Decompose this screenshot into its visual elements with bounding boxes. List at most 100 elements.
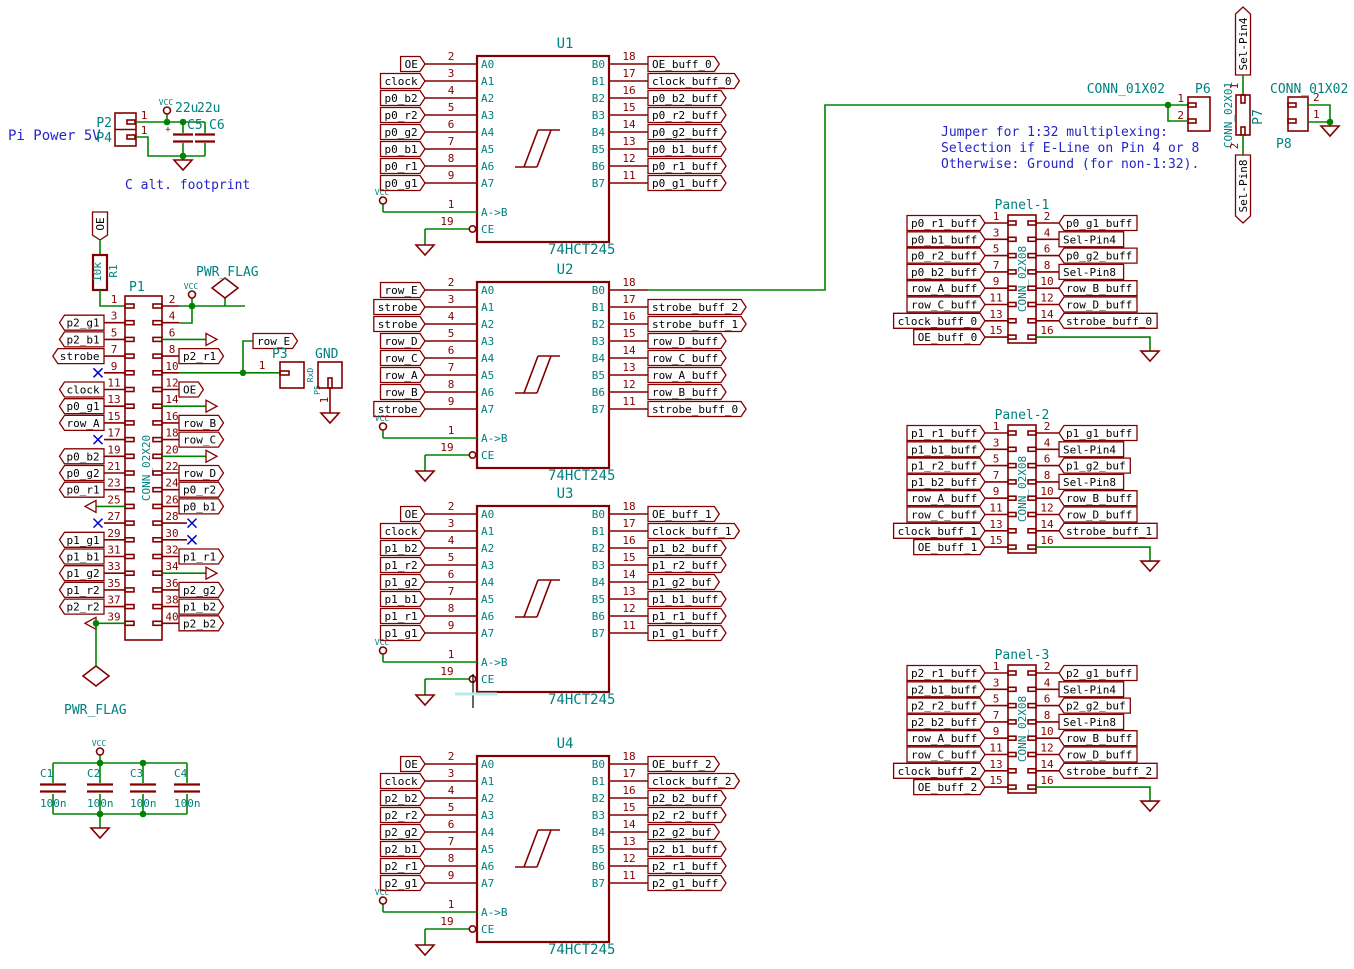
pin-name: B3 [592, 559, 605, 572]
pin-number: 15 [622, 801, 635, 814]
net-label: p2_b1 [67, 333, 100, 346]
pin-number: 12 [622, 602, 635, 615]
p6-body[interactable] [1188, 97, 1210, 131]
chip-value: 74HCT245 [548, 692, 615, 708]
pin-number: 13 [107, 393, 120, 406]
junction-dot [93, 620, 100, 627]
pwr-flag-symbol[interactable] [83, 666, 109, 686]
pin-number: 15 [989, 534, 1002, 547]
schematic-svg: Pi Power 5VP2P411VCC+22uC522uC6C alt. fo… [0, 0, 1354, 969]
net-label: p0_r1 [385, 160, 418, 173]
junction-dot [140, 811, 147, 818]
net-label: p1_g2 [67, 567, 100, 580]
pin-notch [1028, 464, 1036, 468]
r1-ref: R1 [107, 264, 120, 277]
pin-name: A6 [481, 160, 494, 173]
net-label: p2_b1 [385, 843, 418, 856]
net-label: p1_b2_buff [652, 542, 718, 555]
pin-notch [1028, 270, 1036, 274]
pin-name: A1 [481, 525, 494, 538]
chip-U2[interactable]: U274HCT2452A0row_E18B03A1strobe17B1strob… [374, 262, 746, 484]
pin-name: A4 [481, 352, 495, 365]
net-label: OE_buff_1 [652, 508, 712, 521]
connector-p1[interactable]: P1CONN_02X2013p2_g15p2_b17strobe911clock… [53, 265, 259, 718]
open-arrow-label[interactable] [206, 450, 217, 462]
net-label: row_D_buff [1066, 509, 1132, 522]
vcc-label: VCC [92, 739, 107, 748]
connector-Panel-3[interactable]: Panel-3CONN_02X0812p2_r1_buffp2_g1_buff3… [894, 648, 1159, 811]
connector-p7[interactable]: Sel-Pin41CONN_02X01P72Sel-Pin8 [1222, 7, 1266, 223]
pin-name: A5 [481, 843, 494, 856]
rxd-text: RxD [306, 368, 315, 383]
c5-ref: C5 [187, 118, 203, 133]
net-label: p1_b1 [67, 551, 100, 564]
power-input-section[interactable]: Pi Power 5VP2P411VCC+22uC522uC6C alt. fo… [8, 98, 250, 193]
pin-notch [1008, 785, 1016, 789]
net-label: p0_g2_buff [1066, 250, 1132, 263]
connector-Panel-1[interactable]: Panel-1CONN_02X0812p0_r1_buffp0_g1_buff3… [894, 198, 1159, 361]
net-label: p1_r1 [183, 551, 216, 564]
box [127, 135, 135, 139]
pin-notch [125, 337, 134, 341]
p7-body[interactable] [1236, 95, 1250, 135]
p3-gnd-cluster[interactable]: row_E1P3RxDP5GND1 [179, 334, 342, 424]
net-label: strobe_buff_0 [652, 403, 738, 416]
pin-number: 1 [448, 424, 455, 437]
open-arrow-label[interactable] [85, 500, 96, 512]
pin-name: B0 [592, 758, 605, 771]
net-label: clock_buff_0 [898, 315, 977, 328]
connector-p8[interactable]: CONN_01X02P821 [1270, 82, 1348, 152]
chip-U3[interactable]: U374HCT2452A0OE18B0OE_buff_13A1clock17B1… [375, 486, 740, 708]
oe-pullup-section[interactable]: OE10kR1 [91, 212, 125, 306]
pin-number: 1 [141, 109, 148, 122]
box [127, 120, 135, 124]
pin-number: 16 [1040, 534, 1053, 547]
pin-name: B1 [592, 301, 605, 314]
chip-U4[interactable]: U474HCT2452A0OE18B0OE_buff_23A1clock17B1… [375, 736, 740, 958]
gnd-connector-body[interactable] [318, 362, 342, 388]
net-label: p1_g1_buff [1066, 427, 1132, 440]
pin-number: 5 [448, 101, 455, 114]
pin-notch [1008, 254, 1016, 258]
pin-number: 1 [993, 660, 1000, 673]
open-arrow-label[interactable] [206, 400, 217, 412]
net-label: p1_g2_buf [1066, 460, 1126, 473]
pin-number: 1 [448, 648, 455, 661]
pin-notch [1028, 785, 1036, 789]
connector-p6[interactable]: CONN_01X02P612 [1087, 82, 1211, 131]
c5-value: 22u [175, 101, 198, 116]
chip-U1[interactable]: U174HCT2452A0OE18B0OE_buff_03A1clock17B1… [375, 36, 740, 258]
connector-Panel-2[interactable]: Panel-2CONN_02X0812p1_r1_buffp1_g1_buff3… [894, 408, 1159, 571]
pin-notch [1028, 237, 1036, 241]
pwr-flag-symbol[interactable] [212, 278, 238, 298]
net-label: p1_r2_buff [911, 460, 977, 473]
net-label: p0_g1_buff [1066, 217, 1132, 230]
pin-number: 11 [989, 742, 1002, 755]
net-label: p2_r1 [183, 350, 216, 363]
net-label: p0_r2_buff [911, 250, 977, 263]
net-label: p0_b2_buff [911, 266, 977, 279]
pin-number: 10 [165, 360, 178, 373]
net-label: strobe_buff_1 [652, 318, 738, 331]
pin-notch [1288, 103, 1296, 107]
glyph [524, 580, 538, 617]
pin-number: 32 [165, 544, 178, 557]
decap-section[interactable]: VCCC1100nC2100nC3100nC4100n [40, 739, 201, 838]
pin-number: 19 [440, 441, 453, 454]
pin-name: A->B [481, 432, 508, 445]
c6-ref: C6 [209, 118, 225, 133]
pin-number: 26 [165, 493, 178, 506]
net-label: Sel-Pin4 [1063, 233, 1116, 246]
pin-notch [125, 555, 134, 559]
pin-number: 5 [448, 801, 455, 814]
pin-name: B6 [592, 860, 605, 873]
pin-notch [153, 605, 162, 609]
pin-number: 11 [622, 395, 635, 408]
p8-body[interactable] [1288, 97, 1308, 131]
open-arrow-label[interactable] [206, 567, 217, 579]
net-label: row_B [183, 417, 216, 430]
open-arrow-label[interactable] [206, 333, 217, 345]
net-label: row_A_buff [911, 732, 977, 745]
pwr-flag-label: PWR_FLAG [64, 703, 127, 718]
junction-dot [189, 303, 196, 310]
